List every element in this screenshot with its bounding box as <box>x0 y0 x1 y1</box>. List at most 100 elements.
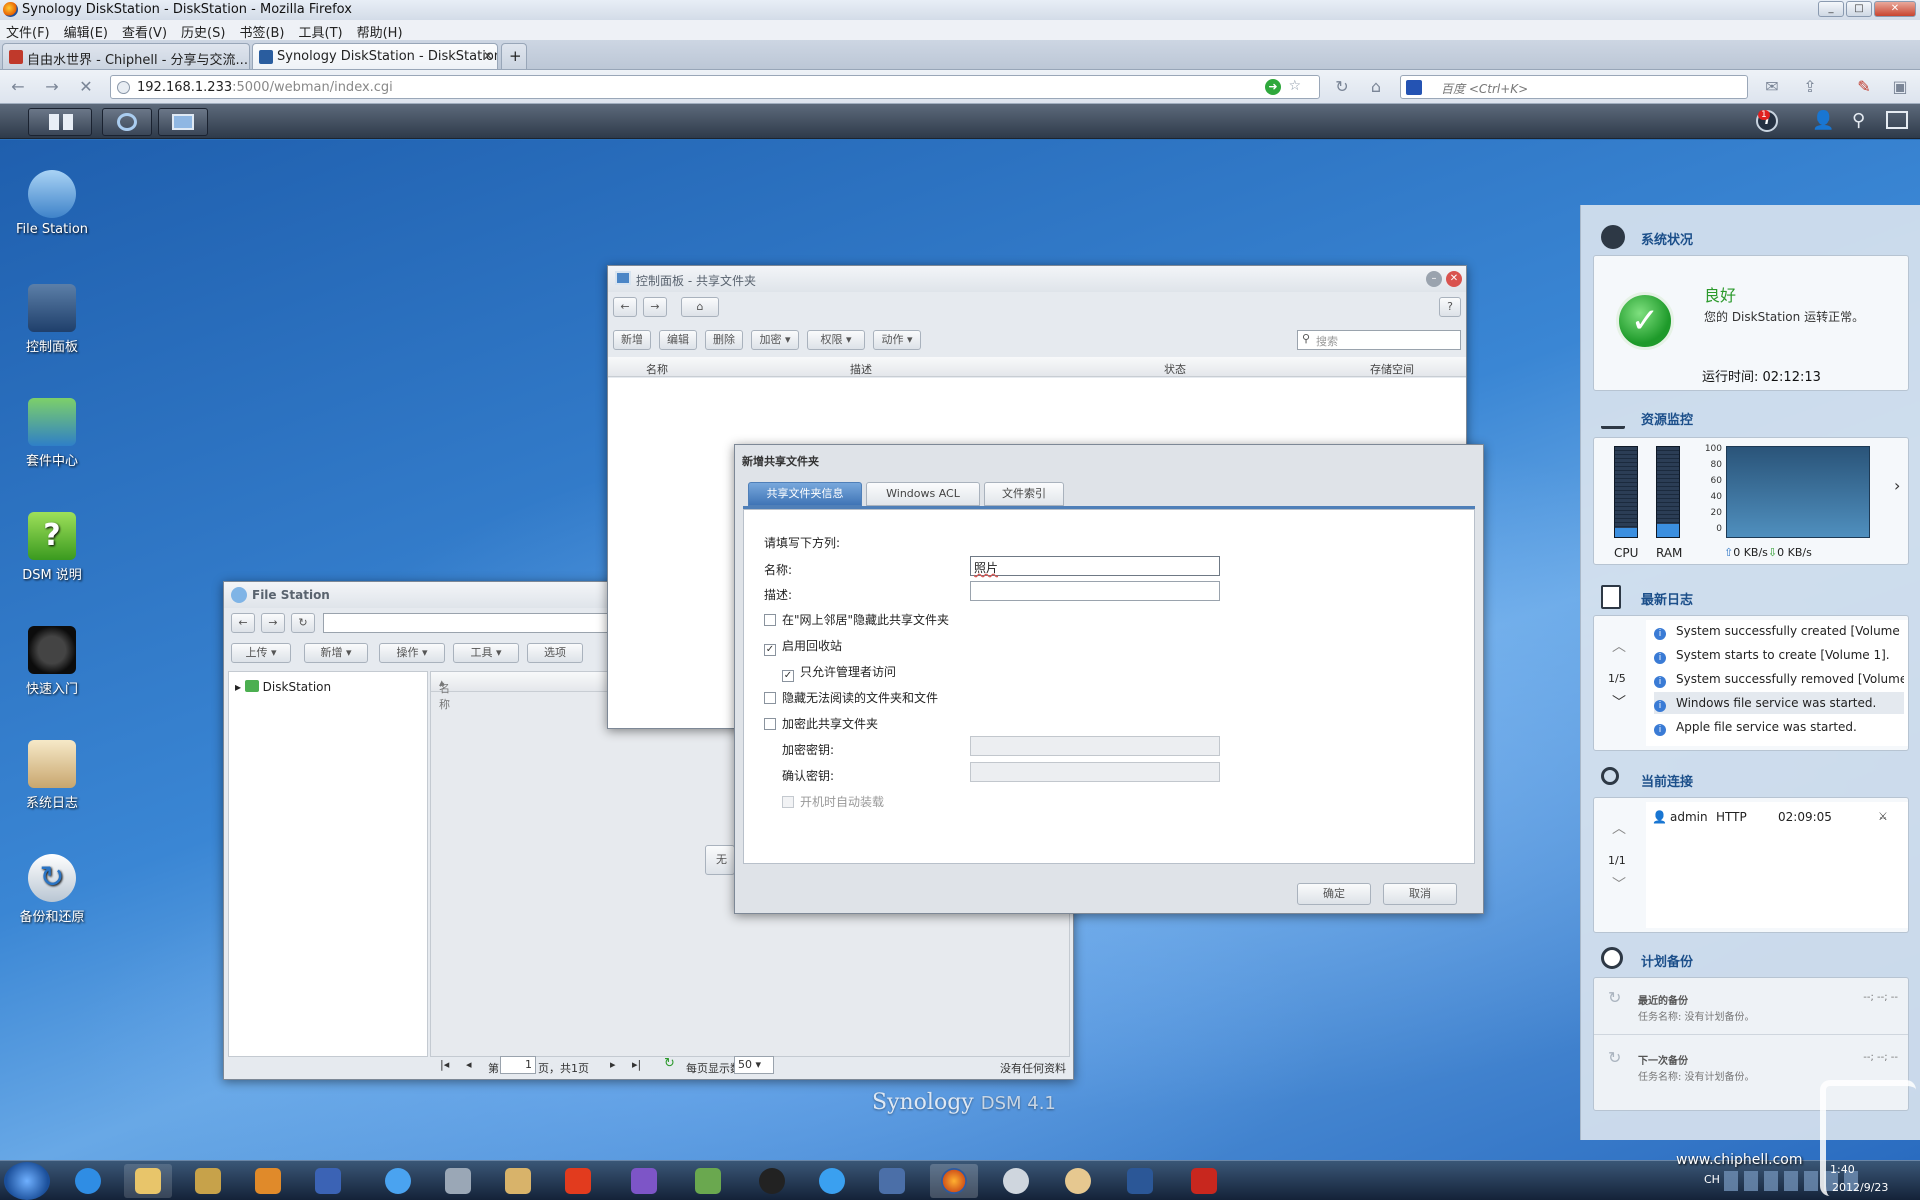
encryption-key-input[interactable] <box>970 736 1220 756</box>
go-icon[interactable]: ➜ <box>1265 79 1281 95</box>
first-page-icon[interactable]: |◂ <box>440 1058 449 1071</box>
log-entry[interactable]: i System successfully removed [Volume 1]. <box>1654 668 1904 690</box>
desktop-icon-control-panel[interactable]: 控制面板 <box>2 284 102 355</box>
close-window-button[interactable]: ✕ <box>1874 1 1916 17</box>
recycle-bin-option[interactable]: ✓ 启用回收站 <box>764 637 842 656</box>
description-input[interactable] <box>970 581 1220 601</box>
upload-button[interactable]: 上传 ▾ <box>231 643 291 663</box>
url-bar[interactable]: 192.168.1.233:5000/webman/index.cgi ➜ ☆ <box>110 75 1320 99</box>
menu-view[interactable]: 查看(V) <box>122 22 167 41</box>
desktop-icon-file-station[interactable]: File Station <box>2 170 102 237</box>
taskbar-app-3[interactable] <box>184 1164 232 1198</box>
taskbar-firefox[interactable] <box>930 1164 978 1198</box>
settings-button[interactable]: 选项 <box>527 643 583 663</box>
taskbar-dvd[interactable] <box>992 1164 1040 1198</box>
log-entry[interactable]: i Windows file service was started. <box>1654 692 1904 714</box>
edit-button[interactable]: 编辑 <box>659 330 697 350</box>
menu-tools[interactable]: 工具(T) <box>299 22 343 41</box>
scroll-down-icon[interactable]: ﹀ <box>1612 692 1626 712</box>
tab-shared-folder-info[interactable]: 共享文件夹信息 <box>748 482 862 506</box>
permissions-button[interactable]: 权限 ▾ <box>807 330 865 350</box>
tools-button[interactable]: 工具 ▾ <box>453 643 519 663</box>
confirm-key-input[interactable] <box>970 762 1220 782</box>
forward-button[interactable]: → <box>261 613 285 633</box>
encrypt-button[interactable]: 加密 ▾ <box>751 330 799 350</box>
widgets-icon[interactable] <box>1886 111 1908 129</box>
new-button[interactable]: 新增 ▾ <box>304 643 368 663</box>
last-page-icon[interactable]: ▸| <box>632 1058 641 1071</box>
column-description[interactable]: 描述 <box>850 361 872 377</box>
addon-icon[interactable]: ✎ <box>1854 77 1874 97</box>
taskbar-app-5[interactable] <box>304 1164 352 1198</box>
auto-mount-option[interactable]: 开机时自动装载 <box>782 793 884 810</box>
hide-network-option[interactable]: 在"网上邻居"隐藏此共享文件夹 <box>764 611 949 628</box>
back-button[interactable]: ← <box>613 297 637 317</box>
next-page-icon[interactable]: ▸ <box>610 1058 616 1071</box>
search-engine-box[interactable]: 百度 <Ctrl+K> <box>1400 75 1748 99</box>
desktop-icon-quick-start[interactable]: 快速入门 <box>2 626 102 697</box>
taskbar-word[interactable] <box>1116 1164 1164 1198</box>
hide-network-checkbox[interactable] <box>764 614 776 626</box>
path-field[interactable] <box>323 613 613 633</box>
encrypt-checkbox[interactable] <box>764 718 776 730</box>
menu-file[interactable]: 文件(F) <box>6 22 50 41</box>
ime-indicator[interactable]: CH <box>1704 1173 1720 1186</box>
taskbar-qq[interactable] <box>748 1164 796 1198</box>
next-page-icon[interactable]: › <box>1894 476 1900 495</box>
hide-unreadable-checkbox[interactable] <box>764 692 776 704</box>
minimize-button[interactable]: _ <box>1818 1 1844 17</box>
mail-icon[interactable]: ✉ <box>1762 77 1782 97</box>
scroll-up-icon[interactable]: ︿ <box>1612 818 1626 838</box>
user-icon[interactable]: 👤 <box>1812 110 1834 131</box>
column-name[interactable]: 名称 ▴ <box>439 676 450 711</box>
taskbar-app-14[interactable] <box>868 1164 916 1198</box>
partial-hidden-button[interactable]: 无 <box>705 845 735 875</box>
search-icon[interactable]: ⚲ <box>1852 110 1865 131</box>
taskbar-app-10[interactable] <box>620 1164 668 1198</box>
desktop-icon-backup-restore[interactable]: ↻ 备份和还原 <box>2 854 102 925</box>
start-button[interactable] <box>4 1162 50 1200</box>
desktop-icon-package-center[interactable]: 套件中心 <box>2 398 102 469</box>
name-input[interactable]: 照片 <box>970 556 1220 576</box>
menu-edit[interactable]: 编辑(E) <box>64 22 108 41</box>
taskbar-pdf[interactable] <box>1180 1164 1228 1198</box>
menu-help[interactable]: 帮助(H) <box>357 22 403 41</box>
desktop-icon-system-log[interactable]: 系统日志 <box>2 740 102 811</box>
taskbar-app-8[interactable] <box>494 1164 542 1198</box>
prev-page-icon[interactable]: ◂ <box>466 1058 472 1071</box>
auto-mount-checkbox[interactable] <box>782 796 794 808</box>
admin-only-checkbox[interactable]: ✓ <box>782 670 794 682</box>
delete-button[interactable]: 删除 <box>705 330 743 350</box>
log-entry[interactable]: i System successfully created [Volume 1]. <box>1654 620 1904 642</box>
log-entry[interactable]: i Apple file service was started. <box>1654 716 1904 738</box>
cancel-button[interactable]: 取消 <box>1383 883 1457 905</box>
bookmark-star-icon[interactable]: ☆ <box>1288 78 1301 94</box>
forward-button[interactable]: → <box>643 297 667 317</box>
home-icon[interactable]: ⌂ <box>1366 77 1386 97</box>
per-page-select[interactable]: 50 ▾ <box>734 1056 774 1074</box>
scroll-up-icon[interactable]: ︿ <box>1612 636 1626 656</box>
tab-windows-acl[interactable]: Windows ACL <box>866 482 980 506</box>
taskbar-app-6[interactable] <box>374 1164 422 1198</box>
stop-icon[interactable]: ✕ <box>76 77 96 97</box>
taskbar-app-13[interactable] <box>808 1164 856 1198</box>
column-volume[interactable]: 存储空间 <box>1370 361 1414 377</box>
main-menu-button[interactable] <box>28 108 92 136</box>
shared-folder-search-input[interactable]: ⚲ 搜索 <box>1297 330 1461 350</box>
recycle-bin-checkbox[interactable]: ✓ <box>764 644 776 656</box>
disconnect-icon[interactable]: ⚔ <box>1878 810 1888 823</box>
tab-chiphell[interactable]: 自由水世界 - Chiphell - 分享与交流... <box>2 43 250 69</box>
home-button[interactable]: ⌂ <box>681 297 719 317</box>
action-button[interactable]: 动作 ▾ <box>873 330 921 350</box>
create-button[interactable]: 新增 <box>613 330 651 350</box>
close-icon[interactable]: ✕ <box>1446 271 1462 287</box>
column-name[interactable]: 名称 <box>646 361 668 377</box>
share-icon[interactable]: ⇪ <box>1800 77 1820 97</box>
reload-icon[interactable]: ↻ <box>1332 77 1352 97</box>
taskbar-app-7[interactable] <box>434 1164 482 1198</box>
back-button[interactable]: ← <box>231 613 255 633</box>
refresh-icon[interactable]: ↻ <box>664 1056 675 1071</box>
log-entry[interactable]: i System starts to create [Volume 1]. <box>1654 644 1904 666</box>
help-button[interactable]: ? <box>1439 297 1461 317</box>
minimize-icon[interactable]: – <box>1426 271 1442 287</box>
